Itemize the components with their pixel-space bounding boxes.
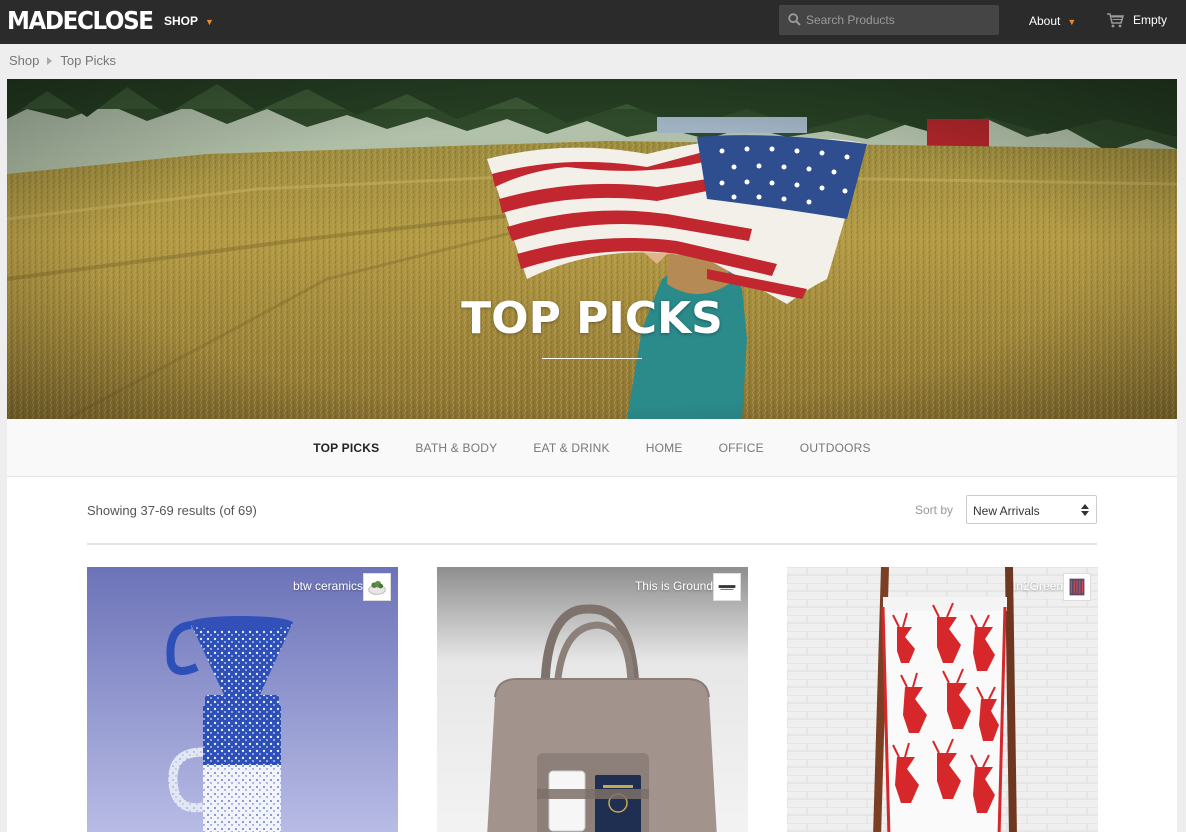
product-brand-name: btw ceramics [292, 579, 363, 593]
cart-status-label: Empty [1133, 13, 1168, 27]
sort-label: Sort by [915, 503, 954, 517]
hero-title: TOP PICKS [461, 293, 723, 344]
about-menu-label: About [1029, 14, 1061, 28]
cart-button[interactable]: Empty [1106, 12, 1167, 28]
breadcrumb-shop-link[interactable]: Shop [9, 53, 39, 68]
category-tab-bath-body[interactable]: BATH & BODY [415, 441, 497, 455]
results-divider [87, 543, 1097, 545]
search-input[interactable] [806, 5, 994, 35]
product-brand-name: In2Green [1012, 579, 1063, 593]
search-icon [788, 13, 801, 26]
category-tab-top-picks[interactable]: TOP PICKS [313, 441, 379, 455]
sort-selected-value: New Arrivals [973, 504, 1040, 518]
category-tab-eat-drink[interactable]: EAT & DRINK [533, 441, 609, 455]
site-logo[interactable]: MADECLOSE [7, 6, 154, 35]
caret-down-icon: ▼ [205, 17, 214, 27]
product-brand-name: This is Ground [634, 579, 713, 593]
search-box [779, 5, 999, 35]
brand-logo-icon [363, 573, 391, 601]
product-image [87, 567, 398, 832]
brand-logo-icon [713, 573, 741, 601]
product-image [787, 567, 1098, 832]
category-tab-office[interactable]: OFFICE [719, 441, 764, 455]
category-tab-outdoors[interactable]: OUTDOORS [800, 441, 871, 455]
about-menu[interactable]: About ▼ [1029, 14, 1076, 28]
product-image [437, 567, 748, 832]
product-card[interactable]: This is Ground [437, 567, 748, 832]
brand-logo-icon [1063, 573, 1091, 601]
breadcrumb-current: Top Picks [60, 53, 117, 68]
shop-menu-label: SHOP [164, 14, 199, 28]
sort-arrows-icon [1081, 504, 1089, 516]
breadcrumb: Shop Top Picks [9, 53, 116, 68]
hero-image [7, 79, 1177, 419]
hero-title-underline [542, 358, 642, 359]
chevron-right-icon [47, 56, 53, 65]
hero-banner: TOP PICKS [7, 79, 1177, 419]
results-count: Showing 37-69 results (of 69) [87, 503, 257, 518]
shop-menu[interactable]: SHOP ▼ [164, 14, 214, 28]
content-panel: TOP PICKS BATH & BODY EAT & DRINK HOME O… [7, 419, 1177, 832]
category-tab-home[interactable]: HOME [646, 441, 683, 455]
category-nav: TOP PICKS BATH & BODY EAT & DRINK HOME O… [7, 419, 1177, 477]
caret-down-icon: ▼ [1067, 17, 1077, 27]
product-card[interactable]: In2Green [787, 567, 1098, 832]
product-card[interactable]: btw ceramics [87, 567, 398, 832]
sort-select[interactable]: New Arrivals [966, 495, 1097, 524]
top-navigation-bar: MADECLOSE SHOP ▼ About ▼ Empty [0, 0, 1186, 44]
shopping-cart-icon [1107, 13, 1124, 28]
